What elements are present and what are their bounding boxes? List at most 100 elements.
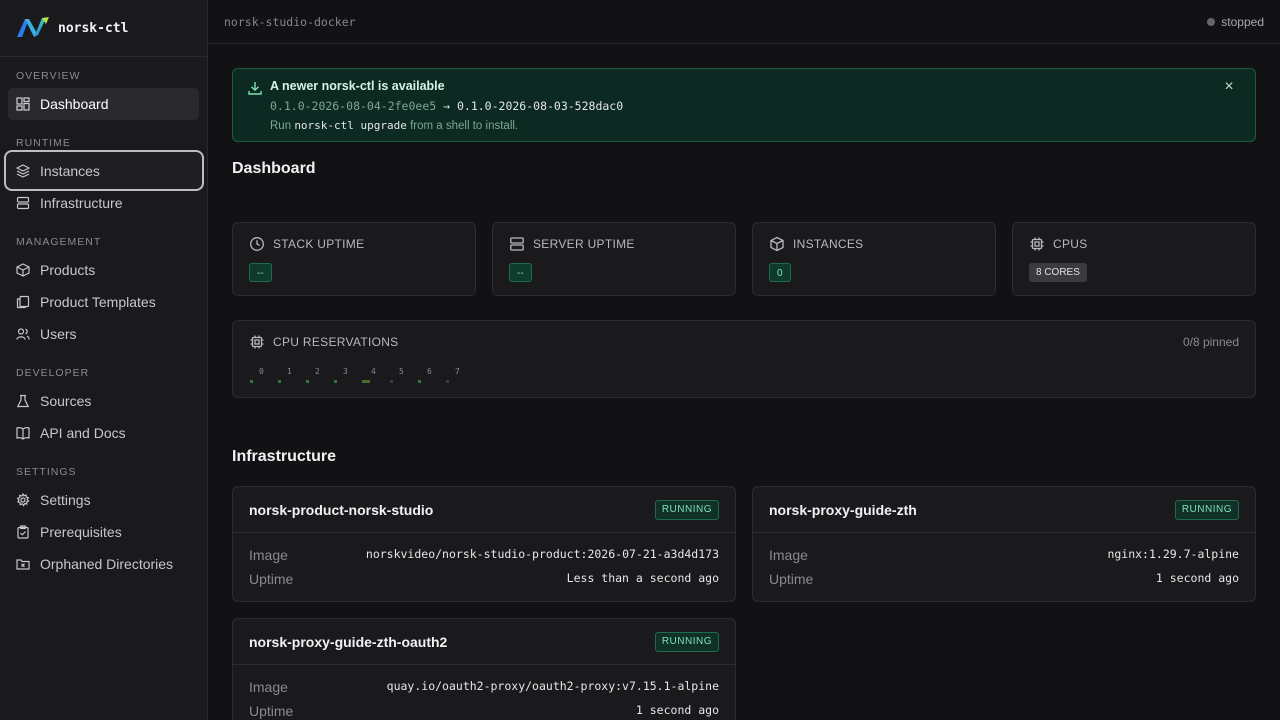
cpu-core-label: 0	[259, 367, 264, 376]
app-name: norsk-ctl	[58, 20, 129, 36]
stat-header: CPU RESERVATIONS	[249, 334, 399, 350]
container-name: norsk-proxy-guide-zth	[769, 502, 917, 518]
stat-card-stack-uptime: STACK UPTIME --	[232, 222, 476, 296]
stat-label: INSTANCES	[793, 237, 864, 251]
sidebar-item-dashboard[interactable]: Dashboard	[8, 88, 199, 120]
stat-label: CPU RESERVATIONS	[273, 335, 399, 349]
container-name: norsk-product-norsk-studio	[249, 502, 434, 518]
uptime-label: Uptime	[249, 703, 294, 719]
uptime-value: 1 second ago	[635, 703, 719, 717]
sidebar-item-instances[interactable]: Instances	[4, 150, 204, 191]
cpu-core-bar	[278, 380, 281, 383]
stat-card-instances: INSTANCES 0	[752, 222, 996, 296]
norsk-logo-icon	[16, 15, 50, 42]
hint-prefix: Run	[270, 120, 292, 132]
brand[interactable]: norsk-ctl	[0, 0, 207, 57]
download-icon	[247, 80, 263, 96]
update-banner: A newer norsk-ctl is available 0.1.0-202…	[232, 68, 1256, 142]
box-icon	[769, 236, 785, 252]
sidebar-item-label: Product Templates	[40, 294, 156, 310]
gear-icon	[16, 493, 30, 507]
sidebar-item-label: Orphaned Directories	[40, 556, 174, 572]
stat-header: INSTANCES	[769, 236, 864, 252]
sidebar-item-label: Users	[40, 326, 77, 342]
copy-icon	[16, 295, 30, 309]
upgrade-command: norsk-ctl upgrade	[294, 119, 407, 132]
clipboard-check-icon	[16, 525, 30, 539]
stat-card-cpus: CPUS 8 CORES	[1012, 222, 1256, 296]
banner-hint: Run norsk-ctl upgrade from a shell to in…	[270, 119, 518, 132]
cpu-core-bar	[306, 380, 309, 383]
sidebar-item-product-templates[interactable]: Product Templates	[8, 286, 199, 318]
sidebar-item-label: Infrastructure	[40, 195, 123, 211]
sidebar-item-label: Products	[40, 262, 96, 278]
box-icon	[16, 263, 30, 277]
breadcrumb: norsk-studio-docker	[224, 14, 356, 29]
infra-card[interactable]: norsk-proxy-guide-zth-oauth2 RUNNING Ima…	[232, 618, 736, 720]
infra-card-header: norsk-product-norsk-studio RUNNING	[233, 487, 735, 533]
close-icon[interactable]: ×	[1221, 79, 1237, 95]
sidebar-item-prerequisites[interactable]: Prerequisites	[8, 516, 199, 548]
cpu-icon	[249, 334, 265, 350]
status-badge: RUNNING	[654, 500, 719, 520]
image-value: nginx:1.29.7-alpine	[1107, 547, 1239, 561]
cpu-reservations-card: CPU RESERVATIONS 0/8 pinned 0 1 2 3 4 5 …	[232, 320, 1256, 398]
book-icon	[16, 426, 30, 440]
pinned-count: 0/8 pinned	[1182, 335, 1239, 349]
sidebar-item-settings[interactable]: Settings	[8, 484, 199, 516]
users-icon	[16, 327, 30, 341]
stat-label: CPUS	[1053, 237, 1088, 251]
status-badge: RUNNING	[654, 632, 719, 652]
cpu-core-bar	[334, 380, 337, 383]
cpu-core-label: 6	[427, 367, 432, 376]
stat-value: --	[509, 263, 532, 282]
sidebar-item-orphaned-directories[interactable]: Orphaned Directories	[8, 548, 199, 580]
sidebar-item-infrastructure[interactable]: Infrastructure	[8, 187, 199, 219]
stat-label: SERVER UPTIME	[533, 237, 635, 251]
version-arrow-icon: →	[443, 99, 451, 113]
flask-icon	[16, 394, 30, 408]
sidebar-item-products[interactable]: Products	[8, 254, 199, 286]
status-badge: RUNNING	[1174, 500, 1239, 520]
section-settings: SETTINGS	[16, 466, 77, 478]
cpu-core-bar	[390, 380, 393, 383]
top-bar: norsk-studio-docker stopped	[208, 0, 1280, 44]
cpu-core-bar	[446, 380, 449, 383]
sidebar-item-label: API and Docs	[40, 425, 126, 441]
image-label: Image	[249, 547, 288, 563]
stat-value: --	[249, 263, 272, 282]
infra-card-header: norsk-proxy-guide-zth-oauth2 RUNNING	[233, 619, 735, 665]
stack-status: stopped	[1207, 15, 1264, 29]
infra-card[interactable]: norsk-proxy-guide-zth RUNNING Image ngin…	[752, 486, 1256, 602]
folder-x-icon	[16, 557, 30, 571]
infra-card-header: norsk-proxy-guide-zth RUNNING	[753, 487, 1255, 533]
section-runtime: RUNTIME	[16, 137, 71, 149]
hint-suffix: from a shell to install.	[410, 120, 519, 132]
cpu-core-bar	[250, 380, 253, 383]
sidebar-item-api-docs[interactable]: API and Docs	[8, 417, 199, 449]
stat-header: SERVER UPTIME	[509, 236, 635, 252]
image-label: Image	[769, 547, 808, 563]
server-icon	[16, 196, 30, 210]
stat-value: 0	[769, 263, 791, 282]
image-value: norskvideo/norsk-studio-product:2026-07-…	[365, 547, 719, 561]
sidebar-item-users[interactable]: Users	[8, 318, 199, 350]
uptime-value: Less than a second ago	[566, 571, 719, 585]
dashboard-title: Dashboard	[232, 160, 316, 177]
layers-icon	[16, 163, 30, 178]
container-name: norsk-proxy-guide-zth-oauth2	[249, 634, 448, 650]
cpu-core-label: 7	[455, 367, 460, 376]
cpu-icon	[1029, 236, 1045, 252]
banner-title: A newer norsk-ctl is available	[270, 79, 445, 93]
stat-card-server-uptime: SERVER UPTIME --	[492, 222, 736, 296]
uptime-value: 1 second ago	[1155, 571, 1239, 585]
image-value: quay.io/oauth2-proxy/oauth2-proxy:v7.15.…	[386, 679, 719, 693]
sidebar-item-label: Instances	[40, 162, 100, 179]
cpu-core-label: 1	[287, 367, 292, 376]
sidebar-item-label: Dashboard	[40, 96, 109, 112]
infra-card[interactable]: norsk-product-norsk-studio RUNNING Image…	[232, 486, 736, 602]
current-version: 0.1.0-2026-08-04-2fe0ee5	[270, 99, 437, 113]
stat-value: 8 CORES	[1029, 263, 1087, 282]
section-management: MANAGEMENT	[16, 236, 102, 248]
sidebar-item-sources[interactable]: Sources	[8, 385, 199, 417]
